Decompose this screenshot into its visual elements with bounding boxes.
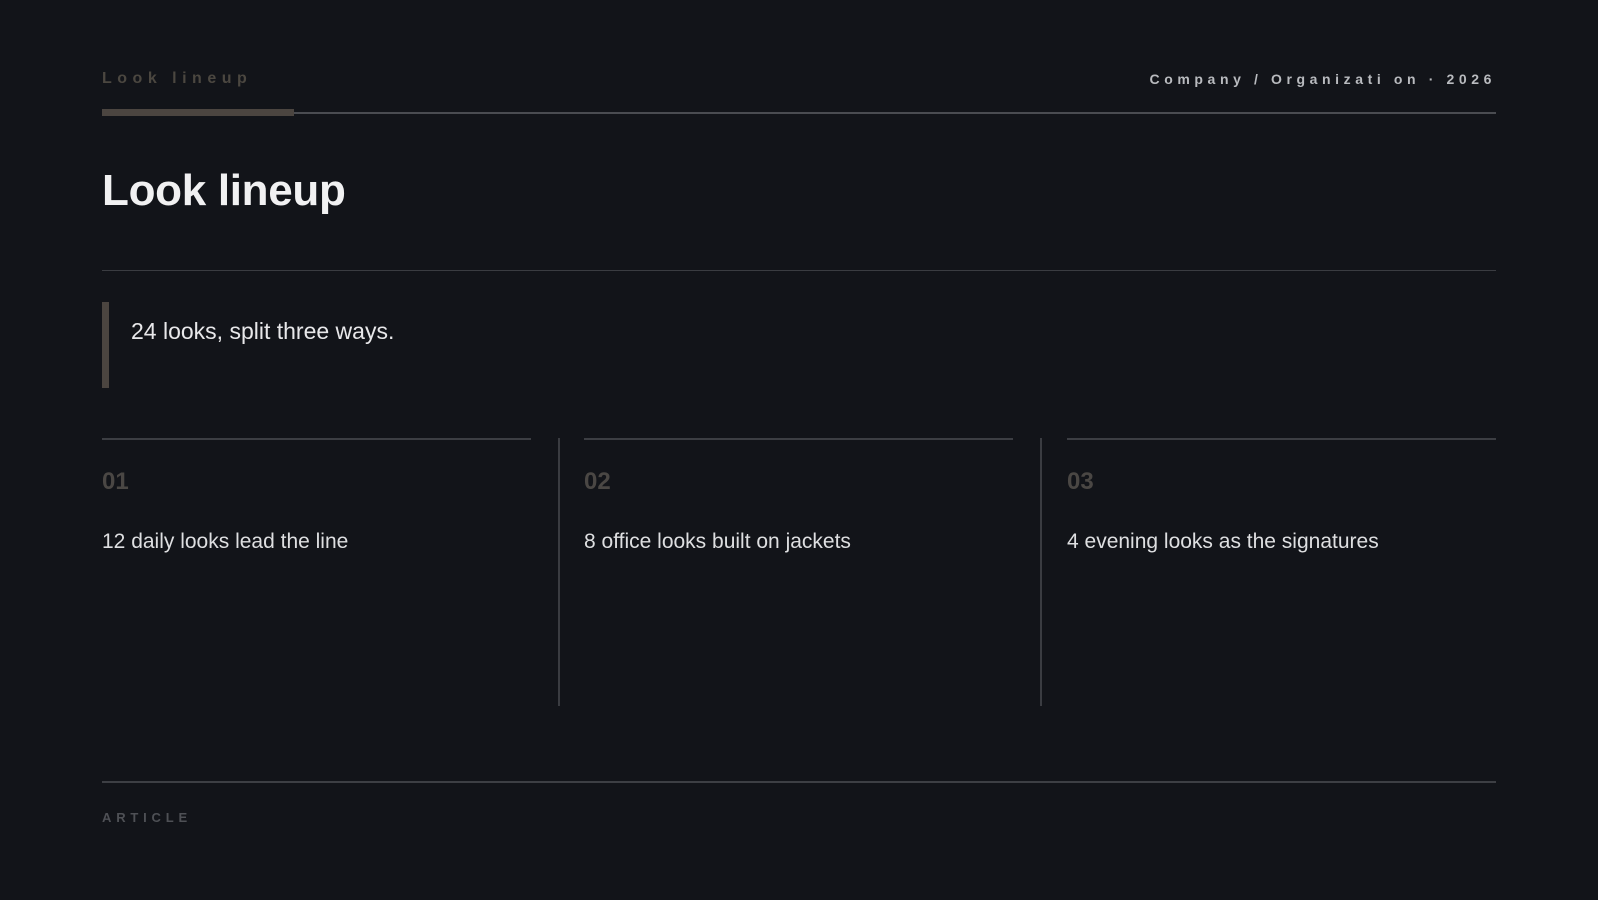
footer-divider: [102, 781, 1496, 783]
section-kicker: Look lineup: [102, 70, 253, 87]
header-accent-rule: [102, 109, 294, 116]
column-number: 02: [584, 468, 611, 495]
column-3: 03 4 evening looks as the signatures: [1067, 438, 1496, 706]
header-bar: Look lineup Company / Organizati on · 20…: [102, 66, 1496, 116]
pull-quote: 24 looks, split three ways.: [102, 302, 1496, 388]
column-rule: [102, 438, 531, 440]
quote-accent-bar: [102, 302, 109, 388]
quote-text: 24 looks, split three ways.: [131, 318, 395, 344]
column-text: 4 evening looks as the signatures: [1067, 530, 1379, 553]
column-rule: [1067, 438, 1496, 440]
column-separator: [1040, 438, 1042, 706]
page-title: Look lineup: [102, 166, 346, 215]
organization-meta: Company / Organizati on · 2026: [1149, 71, 1496, 87]
columns: 01 12 daily looks lead the line 02 8 off…: [102, 438, 1496, 706]
column-text: 12 daily looks lead the line: [102, 530, 349, 553]
slide: Look lineup Company / Organizati on · 20…: [0, 0, 1598, 900]
column-number: 01: [102, 468, 129, 495]
footer-label: ARTICLE: [102, 810, 192, 825]
column-separator: [558, 438, 560, 706]
column-text: 8 office looks built on jackets: [584, 530, 851, 553]
column-number: 03: [1067, 468, 1094, 495]
column-2: 02 8 office looks built on jackets: [584, 438, 1013, 706]
column-rule: [584, 438, 1013, 440]
column-1: 01 12 daily looks lead the line: [102, 438, 531, 706]
header-rule: [102, 112, 1496, 114]
title-divider: [102, 270, 1496, 271]
